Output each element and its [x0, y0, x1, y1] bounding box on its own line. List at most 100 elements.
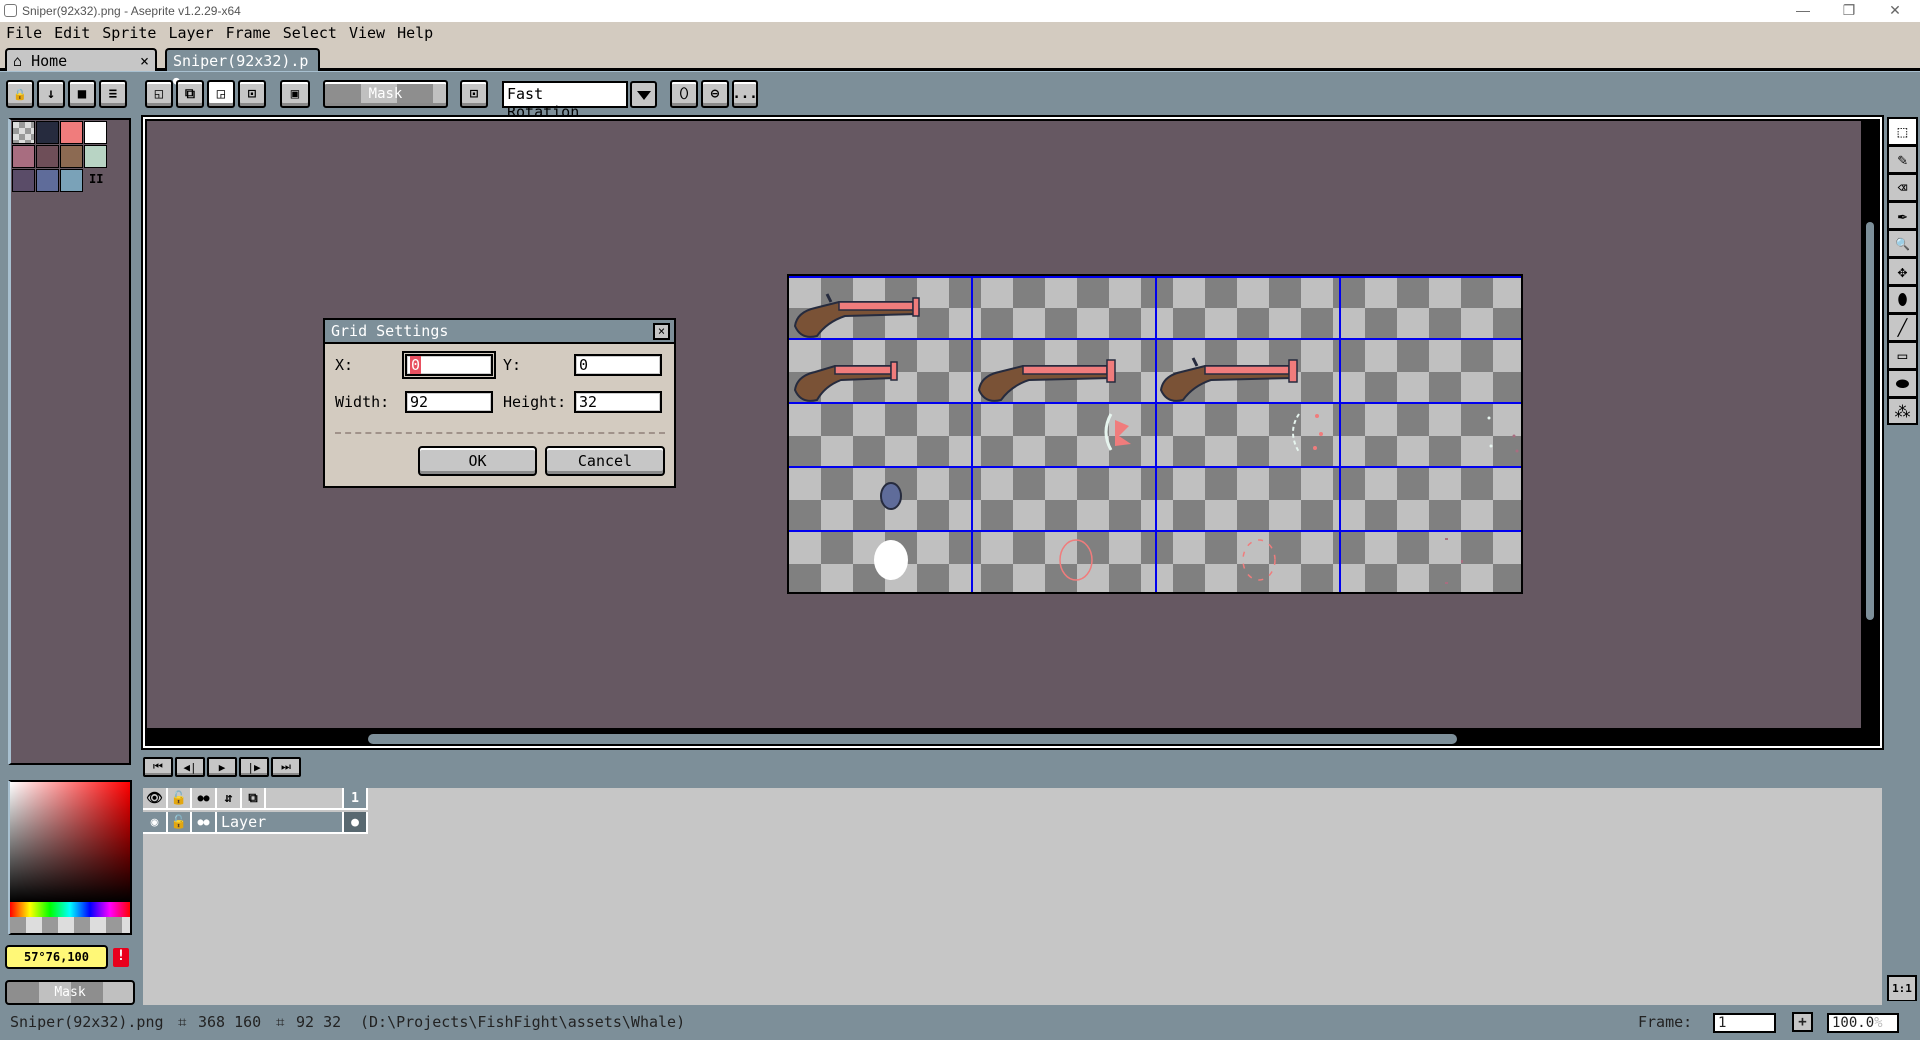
menu-sprite[interactable]: Sprite [96, 22, 162, 45]
saturation-value-picker[interactable] [10, 782, 130, 902]
tool-move[interactable]: ✥ [1887, 257, 1918, 285]
cancel-button[interactable]: Cancel [545, 446, 665, 476]
grid-line [1155, 276, 1157, 592]
layer-continuous-icon[interactable]: ●● [192, 812, 217, 834]
selection-add-button[interactable]: ⧉ [176, 80, 204, 108]
tool-spray[interactable]: ⁂ [1887, 397, 1918, 425]
play-button[interactable]: ▶ [207, 757, 237, 777]
more-options-button[interactable]: ... [732, 80, 758, 108]
rotation-dropdown-arrow[interactable] [630, 81, 657, 108]
vertical-scrollbar-thumb[interactable] [1866, 222, 1874, 620]
x-input[interactable]: 0 [402, 351, 496, 379]
warning-icon[interactable]: ! [113, 948, 129, 967]
palette-swatch[interactable] [84, 121, 107, 144]
tab-close-icon[interactable]: × [140, 52, 149, 70]
rotation-algorithm-select[interactable]: Fast Rotation [502, 81, 628, 121]
palette-swatch[interactable] [60, 121, 83, 144]
palette-swatch[interactable] [60, 145, 83, 168]
first-frame-button[interactable]: ⏮ [143, 757, 173, 777]
mask-color-button[interactable]: Mask [323, 80, 448, 108]
alpha-slider[interactable] [10, 917, 130, 933]
menu-file[interactable]: File [0, 22, 48, 45]
pivot-button[interactable]: ⊡ [460, 80, 488, 108]
height-input[interactable]: 32 [574, 391, 662, 413]
palette-swatch[interactable] [60, 169, 83, 192]
more-icon: ... [732, 86, 758, 102]
line-icon: ╱ [1897, 318, 1908, 337]
layer-visibility-icon[interactable]: ◉ [143, 812, 168, 834]
next-frame-button[interactable]: |▶ [239, 757, 269, 777]
tool-pencil[interactable]: ✎ [1887, 145, 1918, 173]
close-window-button[interactable]: ✕ [1872, 0, 1918, 22]
selection-add-icon: ⧉ [185, 86, 195, 102]
palette-swatch[interactable] [36, 145, 59, 168]
palette-swatch[interactable] [36, 121, 59, 144]
palette-resize-handle[interactable]: II [89, 172, 103, 186]
horizontal-scrollbar-thumb[interactable] [368, 734, 1457, 744]
transparent-color-button[interactable]: ▣ [280, 80, 310, 108]
selection-subtract-button[interactable]: ◲ [207, 80, 235, 108]
tool-contour[interactable]: ⬬ [1887, 369, 1918, 397]
tool-line[interactable]: ╱ [1887, 313, 1918, 341]
palette-swatch[interactable] [36, 169, 59, 192]
mask-color-field[interactable]: Mask [5, 980, 135, 1005]
impact-ring-sprite [1242, 539, 1276, 581]
menu-layer[interactable]: Layer [162, 22, 219, 45]
flip-vertical-button[interactable]: ⬯ [670, 80, 698, 108]
tool-eyedropper[interactable]: ✒ [1887, 201, 1918, 229]
link-cels-header-icon[interactable]: ⇵ [217, 788, 242, 810]
gun-sprite [793, 361, 898, 402]
minimize-button[interactable]: — [1780, 0, 1826, 22]
move-down-button[interactable]: ↓ [37, 80, 65, 108]
menu-lines-button[interactable]: ≡ [99, 80, 127, 108]
previous-frame-button[interactable]: ◀| [175, 757, 205, 777]
width-input[interactable]: 92 [405, 391, 493, 413]
home-icon: ⌂ [13, 52, 23, 70]
palette-swatch[interactable] [12, 169, 35, 192]
tool-rectangular-marquee[interactable]: ⬚ [1887, 117, 1918, 145]
color-readout[interactable]: 57°76,100 [5, 945, 108, 969]
tool-paint-bucket[interactable]: ⬮ [1887, 285, 1918, 313]
menu-lines-icon: ≡ [108, 86, 118, 102]
restore-button[interactable]: ❐ [1826, 0, 1872, 22]
zoom-input[interactable]: 100.0% [1827, 1013, 1899, 1033]
add-frame-button[interactable]: + [1792, 1012, 1813, 1032]
palette-swatch[interactable] [12, 145, 35, 168]
selection-replace-icon: ◱ [154, 86, 164, 102]
sprite-sheet[interactable] [787, 274, 1523, 594]
last-frame-button[interactable]: ⏭ [271, 757, 301, 777]
tab-home[interactable]: ⌂ Home × [5, 48, 157, 71]
menu-edit[interactable]: Edit [48, 22, 96, 45]
palette-swatch-transparent[interactable] [12, 121, 35, 144]
zoom-one-to-one-button[interactable]: 1:1 [1887, 975, 1917, 1001]
tab-sprite[interactable]: Sniper(92x32).p ● [165, 48, 320, 87]
onion-skin-header-icon[interactable]: ●● [192, 788, 217, 810]
document-button[interactable]: ■ [68, 80, 96, 108]
menu-view[interactable]: View [343, 22, 391, 45]
frame-input[interactable]: 1 [1713, 1013, 1776, 1033]
menu-frame[interactable]: Frame [220, 22, 277, 45]
lock-alpha-button[interactable]: 🔒 [6, 80, 34, 108]
tool-zoom[interactable]: 🔍 [1887, 229, 1918, 257]
tool-eraser[interactable]: ⌫ [1887, 173, 1918, 201]
tool-rectangle[interactable]: ▭ [1887, 341, 1918, 369]
ok-button[interactable]: OK [418, 446, 537, 476]
hue-slider[interactable] [10, 902, 130, 917]
menu-help[interactable]: Help [391, 22, 439, 45]
lock-header-icon[interactable]: 🔓 [168, 788, 192, 810]
frame-header-1[interactable]: 1 [344, 788, 368, 810]
layer-lock-icon[interactable]: 🔓 [168, 812, 192, 834]
flip-horizontal-button[interactable]: ⊖ [701, 80, 729, 108]
move-icon: ✥ [1897, 262, 1908, 281]
dialog-close-button[interactable]: × [653, 323, 670, 340]
new-layer-icon[interactable]: ⧉ [242, 788, 266, 810]
y-input[interactable]: 0 [574, 354, 662, 376]
visibility-header-icon[interactable]: 👁 [143, 788, 168, 810]
selection-intersect-button[interactable]: ⊡ [238, 80, 266, 108]
cel-dot[interactable]: ● [344, 812, 368, 834]
layer-name[interactable]: Layer [217, 812, 344, 834]
lock-icon: 🔒 [13, 87, 27, 101]
menu-select[interactable]: Select [277, 22, 343, 45]
selection-replace-button[interactable]: ◱ [145, 80, 173, 108]
palette-swatch[interactable] [84, 145, 107, 168]
